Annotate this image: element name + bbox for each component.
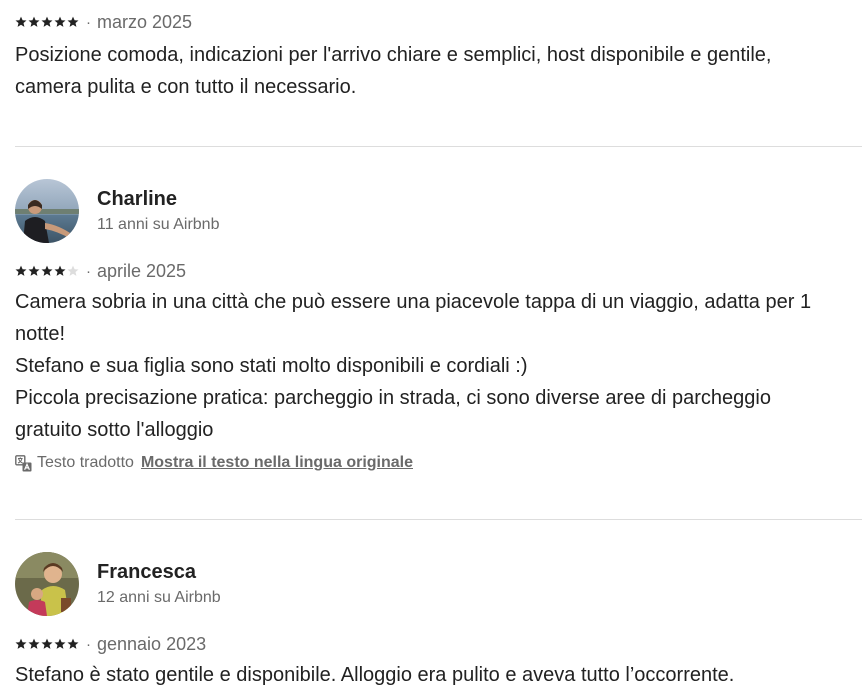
star-filled-icon <box>41 265 53 276</box>
review-text-line: Piccola precisazione pratica: parcheggio… <box>15 387 771 409</box>
translated-label: Testo tradotto <box>37 454 134 471</box>
star-filled-icon <box>28 16 40 27</box>
star-filled-icon <box>15 16 27 27</box>
avatar-photo-francesca <box>15 552 79 616</box>
separator-dot: · <box>86 635 91 653</box>
review-meta: · marzo 2025 <box>15 11 862 33</box>
review-text-line: Posizione comoda, indicazioni per l'arri… <box>15 44 772 66</box>
star-filled-icon <box>28 265 40 276</box>
star-filled-icon <box>41 638 53 649</box>
star-filled-icon <box>28 638 40 649</box>
review-text-line: gratuito sotto l'alloggio <box>15 419 214 441</box>
separator-dot: · <box>86 13 91 31</box>
avatar-photo-charline <box>15 179 79 243</box>
star-rating <box>15 638 79 650</box>
reviewer-info: Charline 11 anni su Airbnb <box>97 186 219 236</box>
reviewer-profile[interactable]: Charline 11 anni su Airbnb <box>15 179 862 243</box>
review-text-line: notte! <box>15 323 66 345</box>
review-2: Charline 11 anni su Airbnb · aprile 2025… <box>15 179 862 474</box>
star-filled-icon <box>54 265 66 276</box>
review-meta: · gennaio 2023 <box>15 633 862 655</box>
star-rating <box>15 16 79 28</box>
reviewer-tenure: 11 anni su Airbnb <box>97 216 220 233</box>
reviewer-name[interactable]: Francesca <box>97 559 221 585</box>
reviewer-name[interactable]: Charline <box>97 186 219 212</box>
review-text-line: Stefano e sua figlia sono stati molto di… <box>15 355 528 377</box>
review-3: Francesca 12 anni su Airbnb · gennaio 20… <box>15 552 862 691</box>
star-filled-icon <box>67 638 79 649</box>
review-1: · marzo 2025 Posizione comoda, indicazio… <box>15 11 862 103</box>
avatar[interactable] <box>15 552 79 616</box>
star-filled-icon <box>54 638 66 649</box>
avatar[interactable] <box>15 179 79 243</box>
show-original-link[interactable]: Mostra il testo nella lingua originale <box>141 454 413 472</box>
review-date: marzo 2025 <box>97 11 193 32</box>
star-filled-icon <box>41 16 53 27</box>
review-text-line: Stefano è stato gentile e disponibile. A… <box>15 664 735 686</box>
star-empty-icon <box>67 265 79 276</box>
review-text: Camera sobria in una città che può esser… <box>15 286 862 446</box>
translation-notice: Testo tradotto Mostra il testo nella lin… <box>15 452 862 474</box>
separator-dot: · <box>86 262 91 280</box>
translate-icon <box>15 454 32 471</box>
star-rating <box>15 265 79 277</box>
divider <box>15 146 862 147</box>
star-filled-icon <box>67 16 79 27</box>
review-text: Posizione comoda, indicazioni per l'arri… <box>15 39 862 103</box>
review-text-line: camera pulita e con tutto il necessario. <box>15 76 357 98</box>
review-text: Stefano è stato gentile e disponibile. A… <box>15 659 862 691</box>
star-filled-icon <box>15 638 27 649</box>
star-filled-icon <box>54 16 66 27</box>
reviewer-info: Francesca 12 anni su Airbnb <box>97 559 221 609</box>
review-date: aprile 2025 <box>97 260 187 281</box>
reviewer-tenure: 12 anni su Airbnb <box>97 589 221 606</box>
divider <box>15 519 862 520</box>
review-text-line: Camera sobria in una città che può esser… <box>15 291 812 313</box>
review-date: gennaio 2023 <box>97 633 207 654</box>
reviewer-profile[interactable]: Francesca 12 anni su Airbnb <box>15 552 862 616</box>
star-filled-icon <box>15 265 27 276</box>
review-meta: · aprile 2025 <box>15 260 862 282</box>
